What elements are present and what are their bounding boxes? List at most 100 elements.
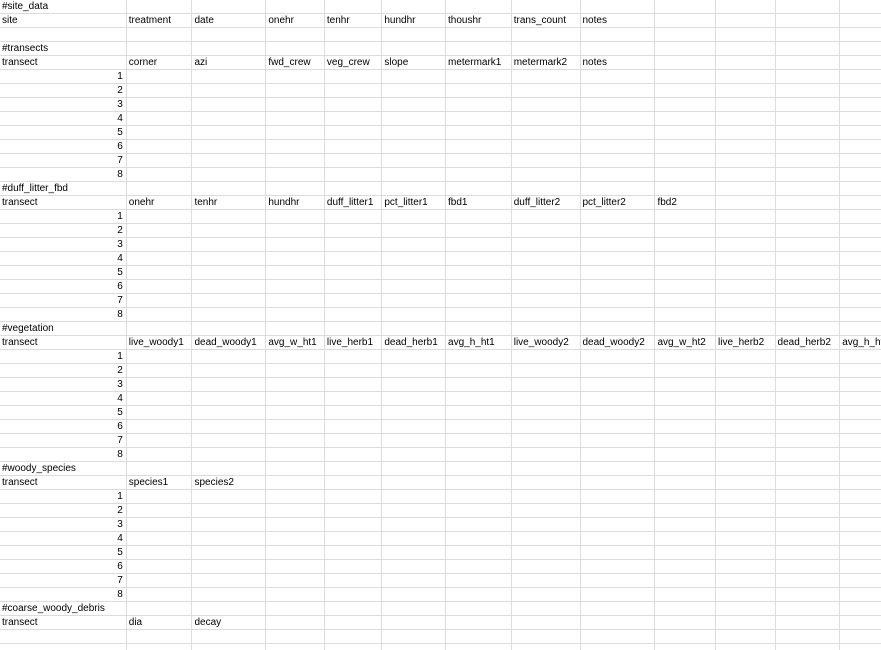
cell[interactable]: 7 xyxy=(0,293,127,308)
cell[interactable] xyxy=(715,307,776,322)
cell[interactable] xyxy=(511,41,581,56)
cell[interactable] xyxy=(126,139,193,154)
cell[interactable] xyxy=(265,531,325,546)
cell[interactable] xyxy=(839,419,881,434)
cell[interactable] xyxy=(126,41,193,56)
cell[interactable] xyxy=(839,531,881,546)
cell[interactable] xyxy=(839,363,881,378)
cell[interactable] xyxy=(580,125,656,140)
cell[interactable] xyxy=(775,195,841,210)
cell[interactable] xyxy=(265,209,325,224)
cell[interactable] xyxy=(654,153,716,168)
cell[interactable] xyxy=(654,55,716,70)
cell[interactable] xyxy=(191,209,267,224)
cell[interactable] xyxy=(265,545,325,560)
cell[interactable] xyxy=(511,265,581,280)
cell[interactable] xyxy=(445,83,512,98)
cell[interactable] xyxy=(191,517,267,532)
cell[interactable] xyxy=(445,181,512,196)
cell[interactable] xyxy=(580,447,656,462)
cell[interactable] xyxy=(511,307,581,322)
cell[interactable] xyxy=(265,321,325,336)
cell[interactable]: tenhr xyxy=(324,13,383,28)
cell[interactable] xyxy=(654,27,716,42)
cell[interactable] xyxy=(715,27,776,42)
cell[interactable] xyxy=(381,125,447,140)
cell[interactable] xyxy=(265,433,325,448)
cell[interactable] xyxy=(654,629,716,644)
cell[interactable] xyxy=(580,181,656,196)
cell[interactable] xyxy=(445,433,512,448)
cell[interactable]: dead_herb2 xyxy=(775,335,841,350)
cell[interactable] xyxy=(324,559,383,574)
cell[interactable] xyxy=(381,223,447,238)
cell[interactable] xyxy=(265,69,325,84)
cell[interactable] xyxy=(191,363,267,378)
cell[interactable] xyxy=(126,293,193,308)
cell[interactable] xyxy=(324,307,383,322)
cell[interactable] xyxy=(511,377,581,392)
cell[interactable] xyxy=(191,181,267,196)
cell[interactable] xyxy=(511,573,581,588)
cell[interactable] xyxy=(445,209,512,224)
cell[interactable] xyxy=(126,391,193,406)
cell[interactable] xyxy=(265,27,325,42)
cell[interactable] xyxy=(445,111,512,126)
cell[interactable]: dead_herb1 xyxy=(381,335,447,350)
cell[interactable] xyxy=(715,97,776,112)
cell[interactable] xyxy=(126,265,193,280)
cell[interactable] xyxy=(839,251,881,266)
cell[interactable] xyxy=(126,167,193,182)
cell[interactable] xyxy=(191,293,267,308)
cell[interactable] xyxy=(715,419,776,434)
cell[interactable] xyxy=(191,125,267,140)
cell[interactable] xyxy=(324,405,383,420)
cell[interactable] xyxy=(265,643,325,650)
cell[interactable]: 3 xyxy=(0,97,127,112)
cell[interactable]: dia xyxy=(126,615,193,630)
cell[interactable] xyxy=(324,167,383,182)
cell[interactable] xyxy=(126,181,193,196)
cell[interactable]: corner xyxy=(126,55,193,70)
cell[interactable] xyxy=(381,97,447,112)
cell[interactable] xyxy=(191,265,267,280)
cell[interactable] xyxy=(126,83,193,98)
cell[interactable] xyxy=(445,279,512,294)
cell[interactable] xyxy=(775,363,841,378)
cell[interactable] xyxy=(126,69,193,84)
cell[interactable] xyxy=(324,139,383,154)
cell[interactable] xyxy=(381,265,447,280)
cell[interactable] xyxy=(324,125,383,140)
cell[interactable] xyxy=(445,223,512,238)
cell[interactable] xyxy=(265,475,325,490)
cell[interactable] xyxy=(775,545,841,560)
cell[interactable] xyxy=(381,41,447,56)
cell[interactable] xyxy=(511,139,581,154)
cell[interactable] xyxy=(445,531,512,546)
cell[interactable] xyxy=(839,209,881,224)
cell[interactable] xyxy=(126,111,193,126)
cell[interactable] xyxy=(126,97,193,112)
cell[interactable] xyxy=(191,307,267,322)
cell[interactable] xyxy=(265,391,325,406)
cell[interactable]: notes xyxy=(580,55,656,70)
cell[interactable] xyxy=(191,559,267,574)
cell[interactable] xyxy=(191,279,267,294)
cell[interactable] xyxy=(126,251,193,266)
cell[interactable] xyxy=(580,307,656,322)
cell[interactable] xyxy=(715,503,776,518)
cell[interactable] xyxy=(654,13,716,28)
cell[interactable] xyxy=(191,573,267,588)
cell[interactable] xyxy=(654,139,716,154)
cell[interactable] xyxy=(775,447,841,462)
cell[interactable]: trans_count xyxy=(511,13,581,28)
cell[interactable]: duff_litter2 xyxy=(511,195,581,210)
cell[interactable] xyxy=(445,321,512,336)
cell[interactable] xyxy=(580,265,656,280)
cell[interactable] xyxy=(381,643,447,650)
cell[interactable] xyxy=(511,517,581,532)
cell[interactable]: 6 xyxy=(0,279,127,294)
cell[interactable] xyxy=(511,615,581,630)
cell[interactable] xyxy=(191,587,267,602)
cell[interactable]: fwd_crew xyxy=(265,55,325,70)
